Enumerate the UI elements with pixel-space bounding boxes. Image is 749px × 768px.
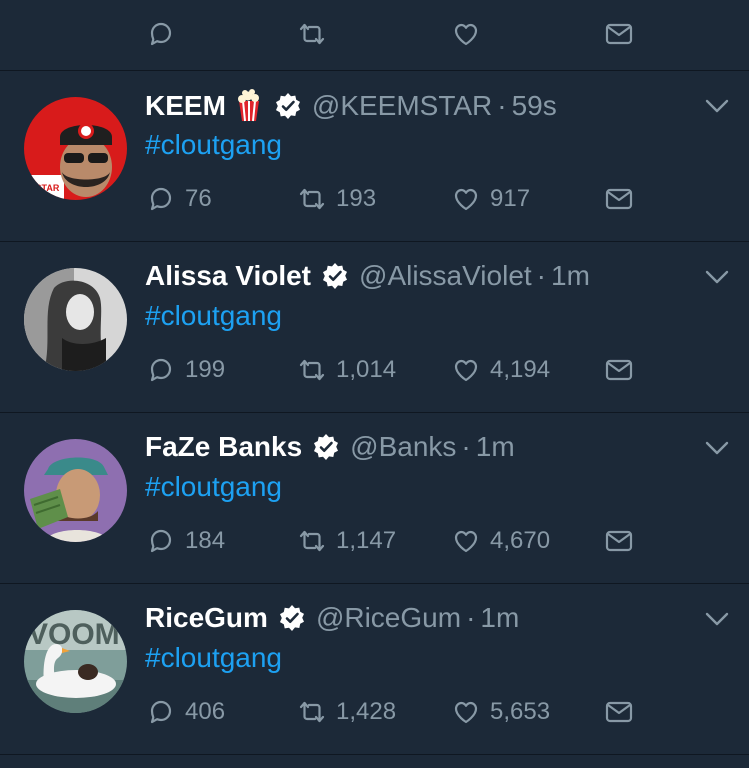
tweet-actions: 199 1,014 4,194 xyxy=(0,354,749,394)
heart-icon xyxy=(450,525,482,557)
retweet-button[interactable]: 1,014 xyxy=(296,354,396,386)
like-count: 917 xyxy=(490,185,531,212)
like-button[interactable]: 917 xyxy=(450,183,530,215)
tweet-actions: 184 1,147 4,670 xyxy=(0,525,749,565)
reply-count: 76 xyxy=(185,185,212,212)
envelope-icon xyxy=(603,18,635,50)
reply-button[interactable] xyxy=(145,18,185,50)
retweet-icon xyxy=(296,18,328,50)
heart-icon xyxy=(450,354,482,386)
display-name[interactable]: KEEM xyxy=(145,90,226,122)
verified-badge-icon xyxy=(274,92,302,120)
hashtag-link[interactable]: #cloutgang xyxy=(145,471,282,503)
tweet-card[interactable]: FaZe Banks @Banks · 1m #cloutgang 184 1,… xyxy=(0,413,749,583)
timestamp[interactable]: 59s xyxy=(512,90,557,122)
divider xyxy=(0,754,749,755)
tweet-card[interactable]: MSTAR KEEM @KEEMSTAR · 59s #cloutgang 76… xyxy=(0,71,749,241)
chevron-down-icon[interactable] xyxy=(704,97,730,115)
envelope-icon xyxy=(603,696,635,728)
timestamp[interactable]: 1m xyxy=(476,431,515,463)
retweet-count: 1,147 xyxy=(336,527,397,554)
verified-badge-icon xyxy=(278,604,306,632)
reply-button[interactable]: 184 xyxy=(145,525,225,557)
chevron-down-icon[interactable] xyxy=(704,439,730,457)
tweet-header: Alissa Violet @AlissaViolet · 1m xyxy=(145,260,590,292)
retweet-icon xyxy=(296,354,328,386)
reply-button[interactable]: 199 xyxy=(145,354,225,386)
retweet-button[interactable] xyxy=(296,18,336,50)
direct-message-button[interactable] xyxy=(603,183,635,215)
retweet-button[interactable]: 193 xyxy=(296,183,376,215)
retweet-button[interactable]: 1,428 xyxy=(296,696,396,728)
reply-icon xyxy=(145,696,177,728)
top-tweet-actions xyxy=(0,18,749,58)
hashtag-link[interactable]: #cloutgang xyxy=(145,642,282,674)
like-count: 5,653 xyxy=(490,698,551,725)
tweet-header: KEEM @KEEMSTAR · 59s xyxy=(145,89,557,123)
timeline-feed: MSTAR KEEM @KEEMSTAR · 59s #cloutgang 76… xyxy=(0,0,749,768)
reply-button[interactable]: 76 xyxy=(145,183,212,215)
reply-button[interactable]: 406 xyxy=(145,696,225,728)
tweet-card[interactable]: VOOM RiceGum @RiceGum · 1m #cloutgang 40… xyxy=(0,584,749,754)
display-name[interactable]: Alissa Violet xyxy=(145,260,311,292)
retweet-count: 1,014 xyxy=(336,356,397,383)
user-handle[interactable]: @AlissaViolet xyxy=(359,260,532,292)
direct-message-button[interactable] xyxy=(603,354,635,386)
direct-message-button[interactable] xyxy=(603,525,635,557)
tweet-header: FaZe Banks @Banks · 1m xyxy=(145,431,515,463)
tweet-actions: 76 193 917 xyxy=(0,183,749,223)
like-button[interactable]: 4,670 xyxy=(450,525,550,557)
separator-dot: · xyxy=(536,260,546,291)
retweet-icon xyxy=(296,696,328,728)
like-button[interactable]: 4,194 xyxy=(450,354,550,386)
separator-dot: · xyxy=(497,90,507,121)
direct-message-button[interactable] xyxy=(603,18,635,50)
separator-dot: · xyxy=(466,602,476,633)
envelope-icon xyxy=(603,183,635,215)
verified-badge-icon xyxy=(312,433,340,461)
tweet-actions: 406 1,428 5,653 xyxy=(0,696,749,736)
separator-dot: · xyxy=(461,431,471,462)
like-button[interactable] xyxy=(450,18,490,50)
direct-message-button[interactable] xyxy=(603,696,635,728)
reply-icon xyxy=(145,18,177,50)
reply-icon xyxy=(145,525,177,557)
heart-icon xyxy=(450,696,482,728)
retweet-count: 193 xyxy=(336,185,377,212)
retweet-icon xyxy=(296,525,328,557)
verified-badge-icon xyxy=(321,262,349,290)
chevron-down-icon[interactable] xyxy=(704,610,730,628)
like-button[interactable]: 5,653 xyxy=(450,696,550,728)
user-handle[interactable]: @RiceGum xyxy=(316,602,461,634)
reply-count: 184 xyxy=(185,527,226,554)
like-count: 4,670 xyxy=(490,527,551,554)
reply-icon xyxy=(145,354,177,386)
user-handle[interactable]: @KEEMSTAR xyxy=(312,90,492,122)
envelope-icon xyxy=(603,354,635,386)
reply-icon xyxy=(145,183,177,215)
envelope-icon xyxy=(603,525,635,557)
display-name[interactable]: RiceGum xyxy=(145,602,268,634)
chevron-down-icon[interactable] xyxy=(704,268,730,286)
popcorn-icon xyxy=(234,89,264,123)
retweet-button[interactable]: 1,147 xyxy=(296,525,396,557)
retweet-icon xyxy=(296,183,328,215)
tweet-card[interactable]: Alissa Violet @AlissaViolet · 1m #cloutg… xyxy=(0,242,749,412)
like-count: 4,194 xyxy=(490,356,551,383)
timestamp[interactable]: 1m xyxy=(551,260,590,292)
hashtag-link[interactable]: #cloutgang xyxy=(145,300,282,332)
display-name[interactable]: FaZe Banks xyxy=(145,431,302,463)
user-handle[interactable]: @Banks xyxy=(350,431,456,463)
reply-count: 199 xyxy=(185,356,226,383)
tweet-header: RiceGum @RiceGum · 1m xyxy=(145,602,519,634)
hashtag-link[interactable]: #cloutgang xyxy=(145,129,282,161)
svg-text:VOOM: VOOM xyxy=(28,618,120,651)
retweet-count: 1,428 xyxy=(336,698,397,725)
heart-icon xyxy=(450,183,482,215)
heart-icon xyxy=(450,18,482,50)
reply-count: 406 xyxy=(185,698,226,725)
timestamp[interactable]: 1m xyxy=(480,602,519,634)
